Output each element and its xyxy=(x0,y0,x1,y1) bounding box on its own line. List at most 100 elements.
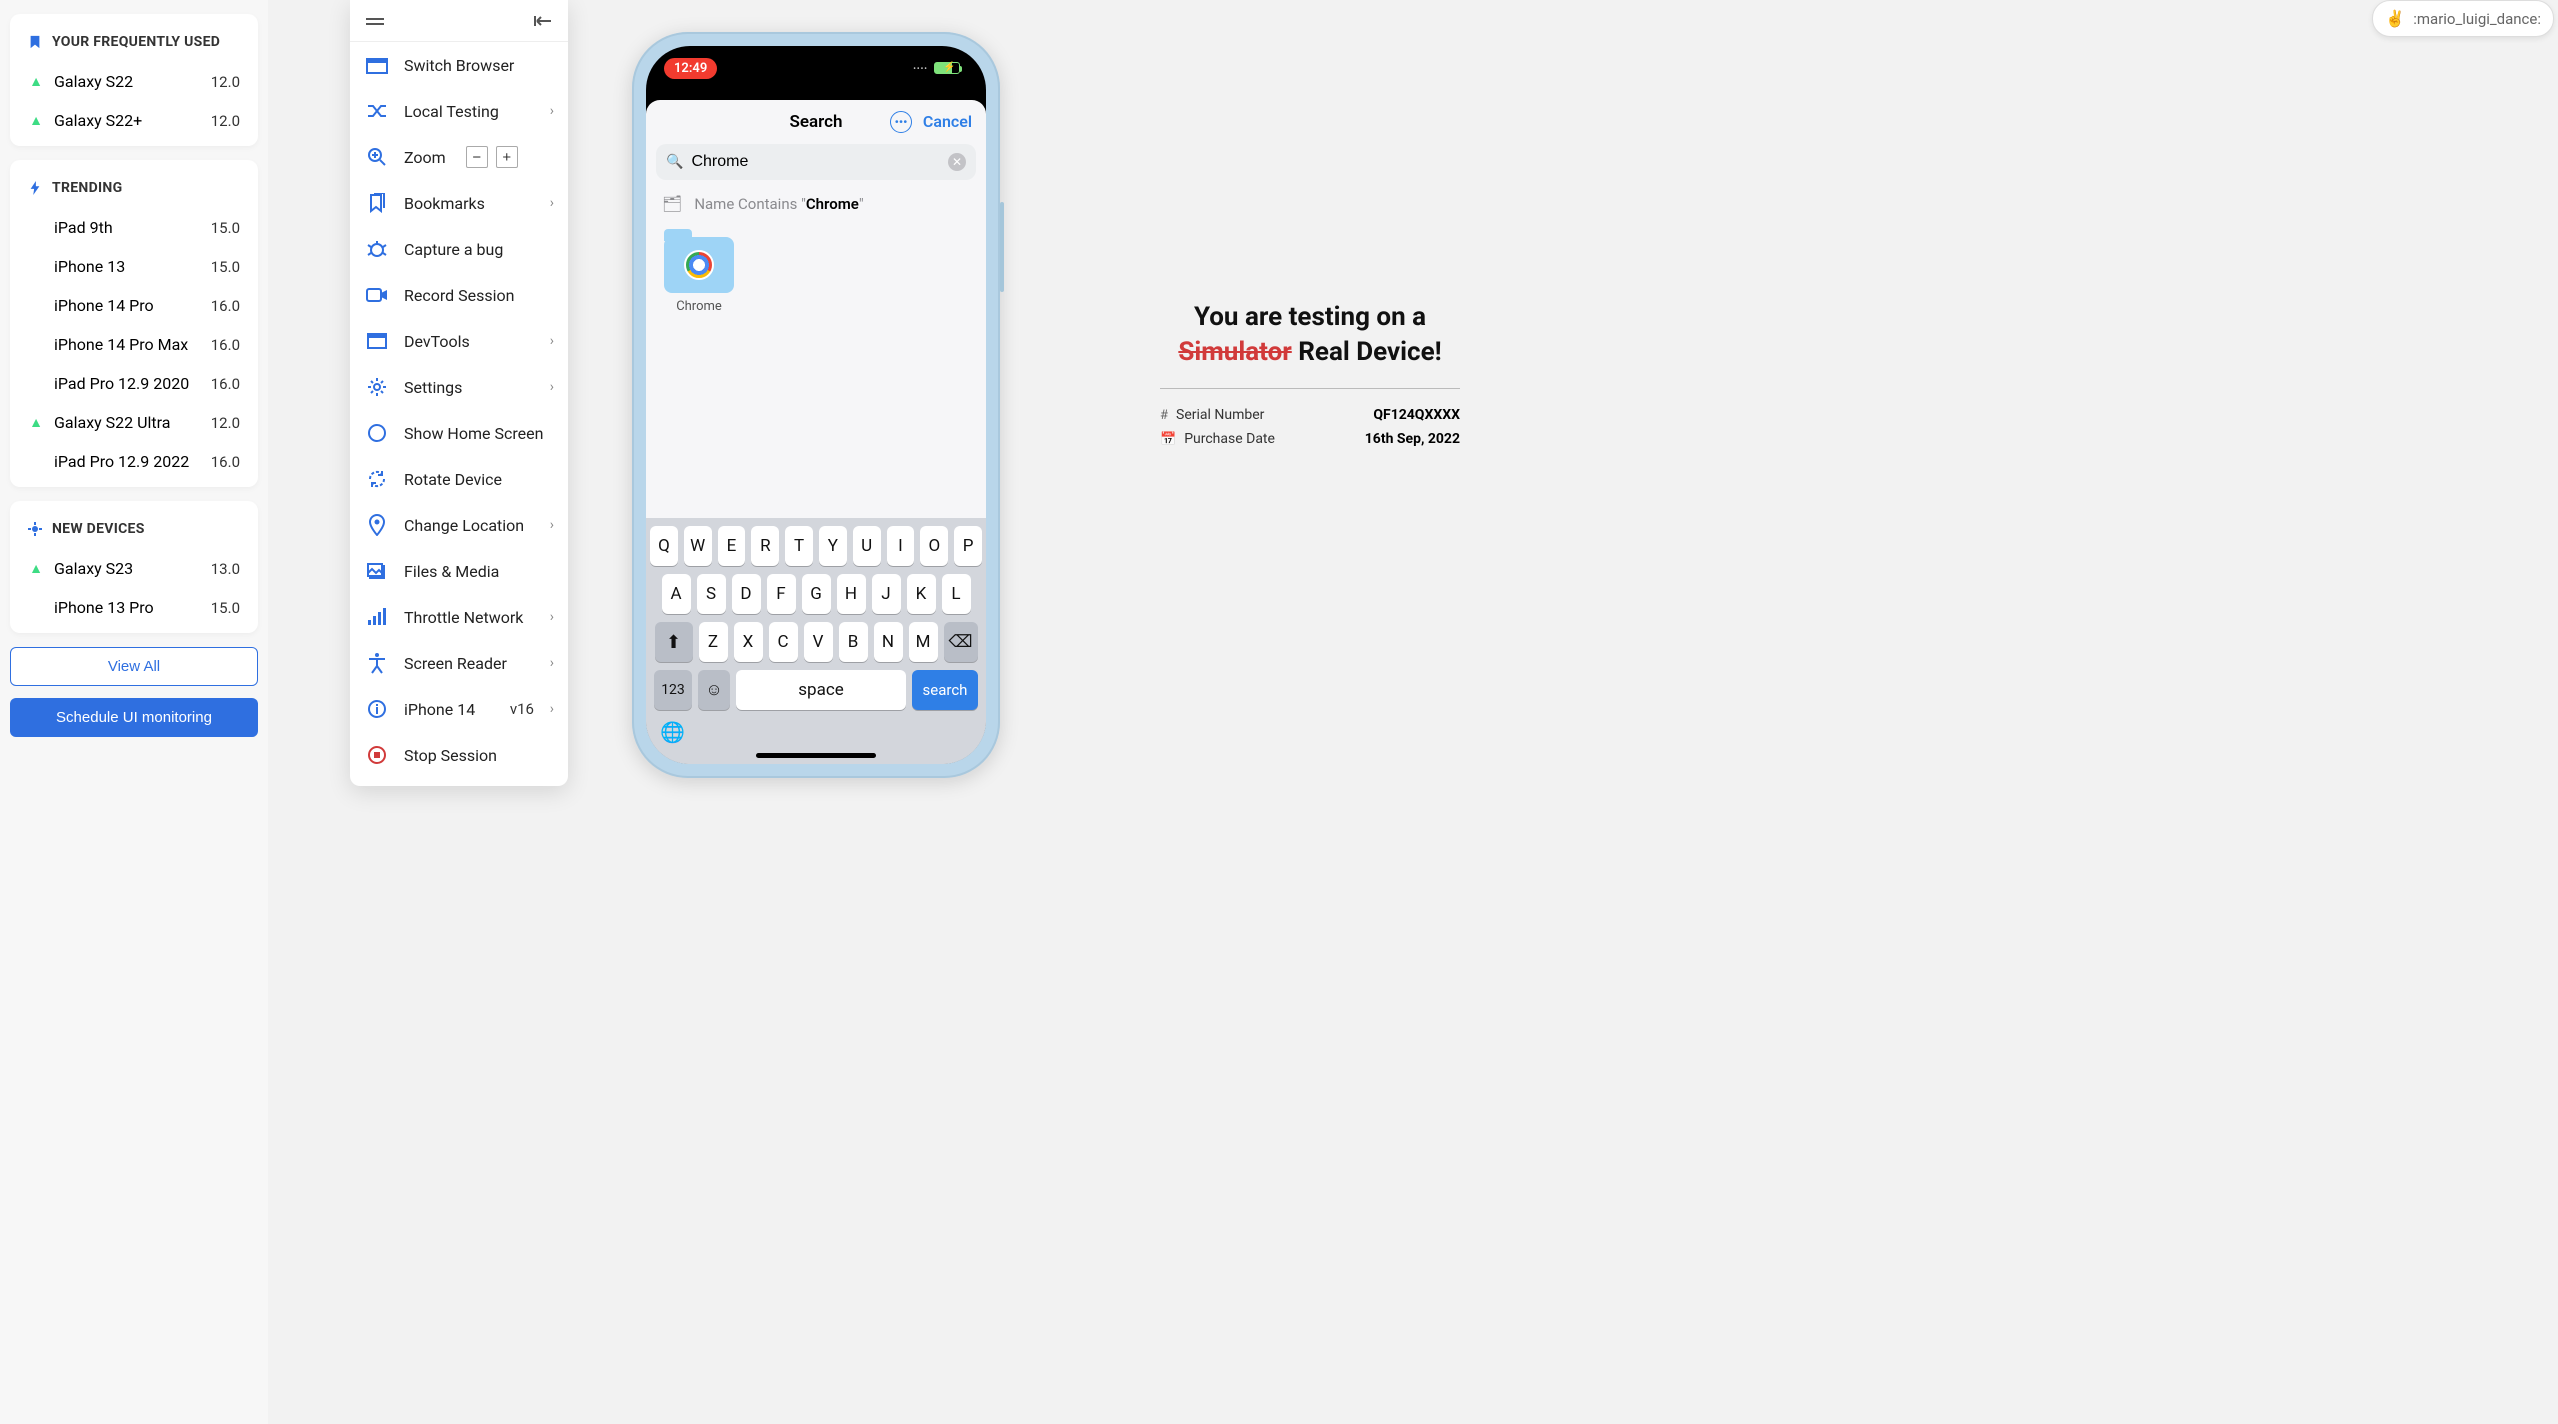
device-row[interactable]: iPhone 13 15.0 xyxy=(10,247,258,286)
screen-reader-label: Screen Reader xyxy=(404,654,507,673)
zoom-in-button[interactable]: + xyxy=(496,146,518,168)
rotate-icon xyxy=(366,468,388,490)
key-w[interactable]: W xyxy=(684,526,712,566)
notification-chip[interactable]: ✌️ :mario_luigi_dance: xyxy=(2372,0,2554,37)
battery-icon: ⚡ xyxy=(934,62,960,74)
bookmarks-item[interactable]: Bookmarks › xyxy=(350,180,568,226)
zoom-out-button[interactable]: − xyxy=(466,146,488,168)
capture-bug-item[interactable]: Capture a bug xyxy=(350,226,568,272)
info-icon xyxy=(366,698,388,720)
more-options-icon[interactable]: ••• xyxy=(890,111,912,133)
show-home-label: Show Home Screen xyxy=(404,424,543,443)
filter-text: Name Contains "Chrome" xyxy=(694,195,863,213)
key-t[interactable]: T xyxy=(785,526,813,566)
rotate-label: Rotate Device xyxy=(404,470,502,489)
key-a[interactable]: A xyxy=(662,574,691,614)
chevron-right-icon: › xyxy=(550,701,554,717)
key-c[interactable]: C xyxy=(769,622,798,662)
devtools-item[interactable]: DevTools › xyxy=(350,318,568,364)
device-preview: 12:49 •••• ⚡ Search ••• Cancel 🔍 xyxy=(632,32,1000,778)
key-p[interactable]: P xyxy=(954,526,982,566)
device-row[interactable]: ▲Galaxy S23 13.0 xyxy=(10,549,258,588)
search-filter-suggestion[interactable]: 🗂︎ Name Contains "Chrome" xyxy=(646,188,986,219)
settings-item[interactable]: Settings › xyxy=(350,364,568,410)
numeric-key[interactable]: 123 xyxy=(654,670,692,710)
device-row[interactable]: iPhone 13 Pro 15.0 xyxy=(10,588,258,627)
key-s[interactable]: S xyxy=(697,574,726,614)
key-y[interactable]: Y xyxy=(819,526,847,566)
device-name: iPad Pro 12.9 2020 xyxy=(54,374,189,393)
device-row[interactable]: iPhone 14 Pro Max 16.0 xyxy=(10,325,258,364)
section-header: YOUR FREQUENTLY USED xyxy=(10,24,258,62)
key-u[interactable]: U xyxy=(853,526,881,566)
device-section: YOUR FREQUENTLY USED ▲Galaxy S22 12.0 ▲G… xyxy=(10,14,258,146)
chevron-right-icon: › xyxy=(550,195,554,211)
folder-icon xyxy=(664,237,734,293)
space-key[interactable]: space xyxy=(736,670,906,710)
screen-reader-item[interactable]: Screen Reader › xyxy=(350,640,568,686)
throttle-label: Throttle Network xyxy=(404,608,523,627)
device-row[interactable]: ▲Galaxy S22+ 12.0 xyxy=(10,101,258,140)
search-bar[interactable]: 🔍 ✕ xyxy=(656,144,976,180)
device-info-item[interactable]: iPhone 14 v16 › xyxy=(350,686,568,732)
record-session-label: Record Session xyxy=(404,286,514,305)
key-h[interactable]: H xyxy=(837,574,866,614)
device-name: Galaxy S22+ xyxy=(54,111,142,130)
location-pin-icon xyxy=(366,514,388,536)
device-row[interactable]: iPad Pro 12.9 2020 16.0 xyxy=(10,364,258,403)
key-q[interactable]: Q xyxy=(650,526,678,566)
stop-session-item[interactable]: Stop Session xyxy=(350,732,568,778)
globe-key[interactable]: 🌐 xyxy=(650,720,982,744)
home-indicator[interactable] xyxy=(756,753,876,758)
devtools-label: DevTools xyxy=(404,332,470,351)
bug-icon xyxy=(366,238,388,260)
search-key[interactable]: search xyxy=(912,670,978,710)
switch-browser-item[interactable]: Switch Browser xyxy=(350,42,568,88)
backspace-key[interactable]: ⌫ xyxy=(944,622,978,662)
cancel-button[interactable]: Cancel xyxy=(923,112,972,131)
key-i[interactable]: I xyxy=(887,526,915,566)
key-z[interactable]: Z xyxy=(699,622,728,662)
key-r[interactable]: R xyxy=(751,526,779,566)
key-f[interactable]: F xyxy=(767,574,796,614)
search-result-chrome[interactable]: Chrome xyxy=(664,237,734,314)
record-session-item[interactable]: Record Session xyxy=(350,272,568,318)
emoji-key[interactable]: ☺ xyxy=(698,670,730,710)
key-x[interactable]: X xyxy=(734,622,763,662)
collapse-icon[interactable] xyxy=(534,12,552,31)
device-row[interactable]: iPhone 14 Pro 16.0 xyxy=(10,286,258,325)
key-l[interactable]: L xyxy=(942,574,971,614)
section-header: NEW DEVICES xyxy=(10,511,258,549)
key-k[interactable]: K xyxy=(907,574,936,614)
change-location-item[interactable]: Change Location › xyxy=(350,502,568,548)
device-row[interactable]: ▲Galaxy S22 Ultra 12.0 xyxy=(10,403,258,442)
show-home-item[interactable]: Show Home Screen xyxy=(350,410,568,456)
key-e[interactable]: E xyxy=(718,526,746,566)
key-v[interactable]: V xyxy=(804,622,833,662)
key-m[interactable]: M xyxy=(909,622,938,662)
schedule-monitoring-button[interactable]: Schedule UI monitoring xyxy=(10,698,258,737)
apple-icon xyxy=(28,454,44,470)
key-d[interactable]: D xyxy=(732,574,761,614)
device-row[interactable]: ▲Galaxy S22 12.0 xyxy=(10,62,258,101)
view-all-button[interactable]: View All xyxy=(10,647,258,686)
key-j[interactable]: J xyxy=(872,574,901,614)
onscreen-keyboard[interactable]: QWERTYUIOP ASDFGHJKL ⬆︎ ZXCVBNM ⌫ 123 ☺ … xyxy=(646,518,986,764)
search-input[interactable] xyxy=(691,153,940,171)
device-row[interactable]: iPad Pro 12.9 2022 16.0 xyxy=(10,442,258,481)
rotate-device-item[interactable]: Rotate Device xyxy=(350,456,568,502)
local-testing-item[interactable]: Local Testing › xyxy=(350,88,568,134)
clear-input-icon[interactable]: ✕ xyxy=(948,153,966,171)
key-n[interactable]: N xyxy=(874,622,903,662)
throttle-network-item[interactable]: Throttle Network › xyxy=(350,594,568,640)
device-version: 16.0 xyxy=(211,453,240,471)
key-o[interactable]: O xyxy=(920,526,948,566)
chevron-right-icon: › xyxy=(550,517,554,533)
device-row[interactable]: iPad 9th 15.0 xyxy=(10,208,258,247)
files-media-item[interactable]: Files & Media xyxy=(350,548,568,594)
section-header: TRENDING xyxy=(10,170,258,208)
shift-key[interactable]: ⬆︎ xyxy=(655,622,693,662)
key-b[interactable]: B xyxy=(839,622,868,662)
key-g[interactable]: G xyxy=(802,574,831,614)
drag-handle-icon[interactable] xyxy=(366,12,384,31)
